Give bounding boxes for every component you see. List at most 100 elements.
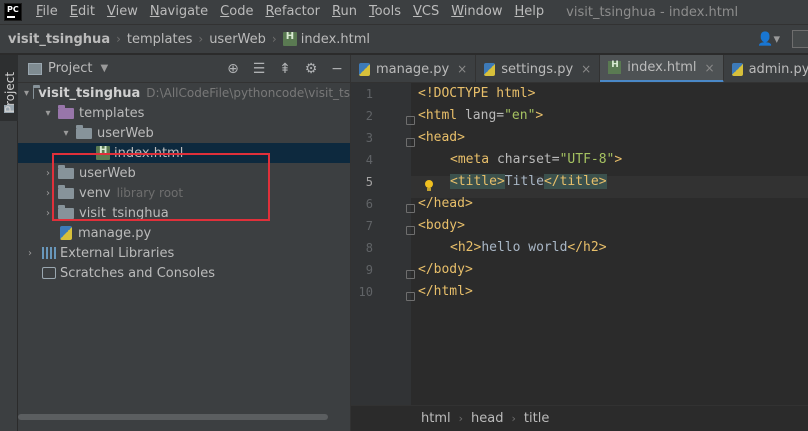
line-number: 10 [358, 285, 373, 299]
tree-item-project-root[interactable]: ▾ visit_tsinghua D:\AllCodeFile\pythonco… [18, 83, 350, 103]
line-number: 8 [365, 241, 373, 255]
code-line: </head> [418, 196, 473, 211]
pycharm-logo-icon: PC [4, 3, 22, 21]
chevron-right-icon: › [116, 32, 121, 46]
tree-item-external-libraries[interactable]: › External Libraries [18, 243, 350, 263]
editor-area: manage.py × settings.py × index.html × a… [350, 55, 808, 431]
tab-settings-py[interactable]: settings.py × [476, 55, 601, 82]
tree-item-userweb-templates[interactable]: ▾ userWeb [18, 123, 350, 143]
lightbulb-icon[interactable] [424, 180, 434, 192]
menu-vcs[interactable]: VCS [407, 0, 445, 24]
scrollbar-thumb[interactable] [18, 414, 328, 420]
chevron-right-icon: › [511, 412, 516, 425]
chevron-right-icon: › [198, 32, 204, 46]
tab-admin-py[interactable]: admin.py × [724, 55, 808, 82]
menu-navigate[interactable]: Navigate [144, 0, 214, 24]
menu-refactor[interactable]: Refactor [259, 0, 326, 24]
horizontal-scrollbar[interactable] [18, 413, 350, 421]
code-line: </body> [418, 262, 473, 277]
tree-item-manage-py[interactable]: manage.py [18, 223, 350, 243]
folder-icon [58, 184, 74, 199]
chevron-right-icon[interactable]: › [42, 168, 54, 179]
scratches-icon [42, 267, 56, 279]
code-line: <h2>hello world</h2> [450, 240, 607, 255]
menu-help[interactable]: Help [509, 0, 551, 24]
chevron-down-icon[interactable]: ▾ [42, 108, 54, 119]
breadcrumb-head[interactable]: head [471, 411, 503, 426]
chevron-down-icon[interactable]: ▾ [60, 128, 72, 139]
python-file-icon [731, 62, 743, 76]
tree-item-scratches[interactable]: Scratches and Consoles [18, 263, 350, 283]
chevron-right-icon[interactable]: › [42, 188, 54, 199]
hide-panel-icon[interactable]: − [324, 61, 350, 77]
chevron-down-icon[interactable]: ▼ [100, 63, 108, 74]
user-account-icon[interactable]: 👤▾ [757, 32, 780, 47]
html-file-icon [96, 145, 110, 160]
close-icon[interactable]: × [457, 62, 467, 76]
menu-file[interactable]: File [30, 0, 64, 24]
project-view-selector[interactable]: Project [48, 61, 92, 76]
nav-crumb-templates[interactable]: templates [127, 32, 192, 47]
close-icon[interactable]: × [581, 62, 591, 76]
chevron-right-icon[interactable]: › [42, 208, 54, 219]
html-file-icon [608, 60, 622, 74]
project-tool-button[interactable]: Project [0, 55, 18, 121]
chevron-right-icon: › [458, 412, 464, 425]
html-file-icon [282, 31, 297, 46]
close-icon[interactable]: × [705, 61, 715, 75]
run-config-selector[interactable] [792, 30, 808, 48]
menu-bar: PC File Edit View Navigate Code Refactor… [0, 0, 808, 24]
chevron-right-icon[interactable]: › [24, 248, 36, 259]
tab-index-html[interactable]: index.html × [600, 55, 724, 82]
line-number-gutter: 1 2 3 4 5 6 7 8 9 10 [351, 83, 415, 405]
line-number: 2 [365, 109, 373, 123]
project-panel: Project ▼ ⊕ ☰ ⇞ ⚙ − ▾ visit_tsinghua D:\… [18, 55, 350, 431]
code-line: <head> [418, 130, 465, 145]
python-file-icon [359, 62, 370, 76]
locate-file-icon[interactable]: ⊕ [220, 61, 246, 77]
line-number: 1 [365, 87, 373, 101]
tree-item-templates[interactable]: ▾ templates [18, 103, 350, 123]
chevron-down-icon[interactable]: ▾ [24, 88, 29, 99]
templates-folder-icon [58, 104, 74, 119]
menu-code[interactable]: Code [214, 0, 259, 24]
nav-crumb-userweb[interactable]: userWeb [209, 32, 266, 47]
tree-item-visit-package[interactable]: › visit_tsinghua [18, 203, 350, 223]
window-title: visit_tsinghua - index.html [566, 4, 739, 20]
expand-all-icon[interactable]: ☰ [246, 61, 272, 77]
collapse-all-icon[interactable]: ⇞ [272, 61, 298, 77]
breadcrumb-title[interactable]: title [524, 411, 549, 426]
python-file-icon [60, 226, 72, 240]
code-line: </html> [418, 284, 473, 299]
tree-item-userweb[interactable]: › userWeb [18, 163, 350, 183]
folder-icon [76, 124, 92, 139]
folder-icon [58, 204, 74, 219]
code-editor[interactable]: <!DOCTYPE html> <html lang="en"> <head> … [411, 83, 808, 405]
navigation-bar: visit_tsinghua › templates › userWeb › i… [0, 24, 808, 54]
code-line: <!DOCTYPE html> [418, 86, 536, 101]
nav-crumb-index[interactable]: index.html [282, 31, 370, 47]
editor-tabs: manage.py × settings.py × index.html × a… [351, 55, 808, 83]
nav-crumb-project[interactable]: visit_tsinghua [8, 32, 110, 47]
settings-gear-icon[interactable]: ⚙ [298, 61, 324, 77]
menu-edit[interactable]: Edit [64, 0, 101, 24]
chevron-right-icon: › [271, 32, 277, 46]
menu-tools[interactable]: Tools [363, 0, 407, 24]
library-icon [42, 247, 56, 259]
menu-view[interactable]: View [101, 0, 144, 24]
menu-window[interactable]: Window [445, 0, 508, 24]
breadcrumb-html[interactable]: html [421, 411, 451, 426]
menu-run[interactable]: Run [326, 0, 363, 24]
project-tree: ▾ visit_tsinghua D:\AllCodeFile\pythonco… [18, 83, 350, 283]
project-panel-header: Project ▼ ⊕ ☰ ⇞ ⚙ − [18, 55, 350, 83]
tab-manage-py[interactable]: manage.py × [351, 55, 477, 82]
tree-item-venv[interactable]: › venv library root [18, 183, 350, 203]
python-file-icon [484, 62, 496, 76]
folder-icon [58, 164, 74, 179]
editor-breadcrumbs: html › head › title [351, 405, 808, 431]
line-number: 7 [365, 219, 373, 233]
tree-item-index-html[interactable]: index.html [18, 143, 350, 163]
code-line: <html lang="en"> [418, 108, 544, 123]
line-number: 5 [365, 175, 373, 189]
left-tool-strip: Project [0, 55, 18, 431]
